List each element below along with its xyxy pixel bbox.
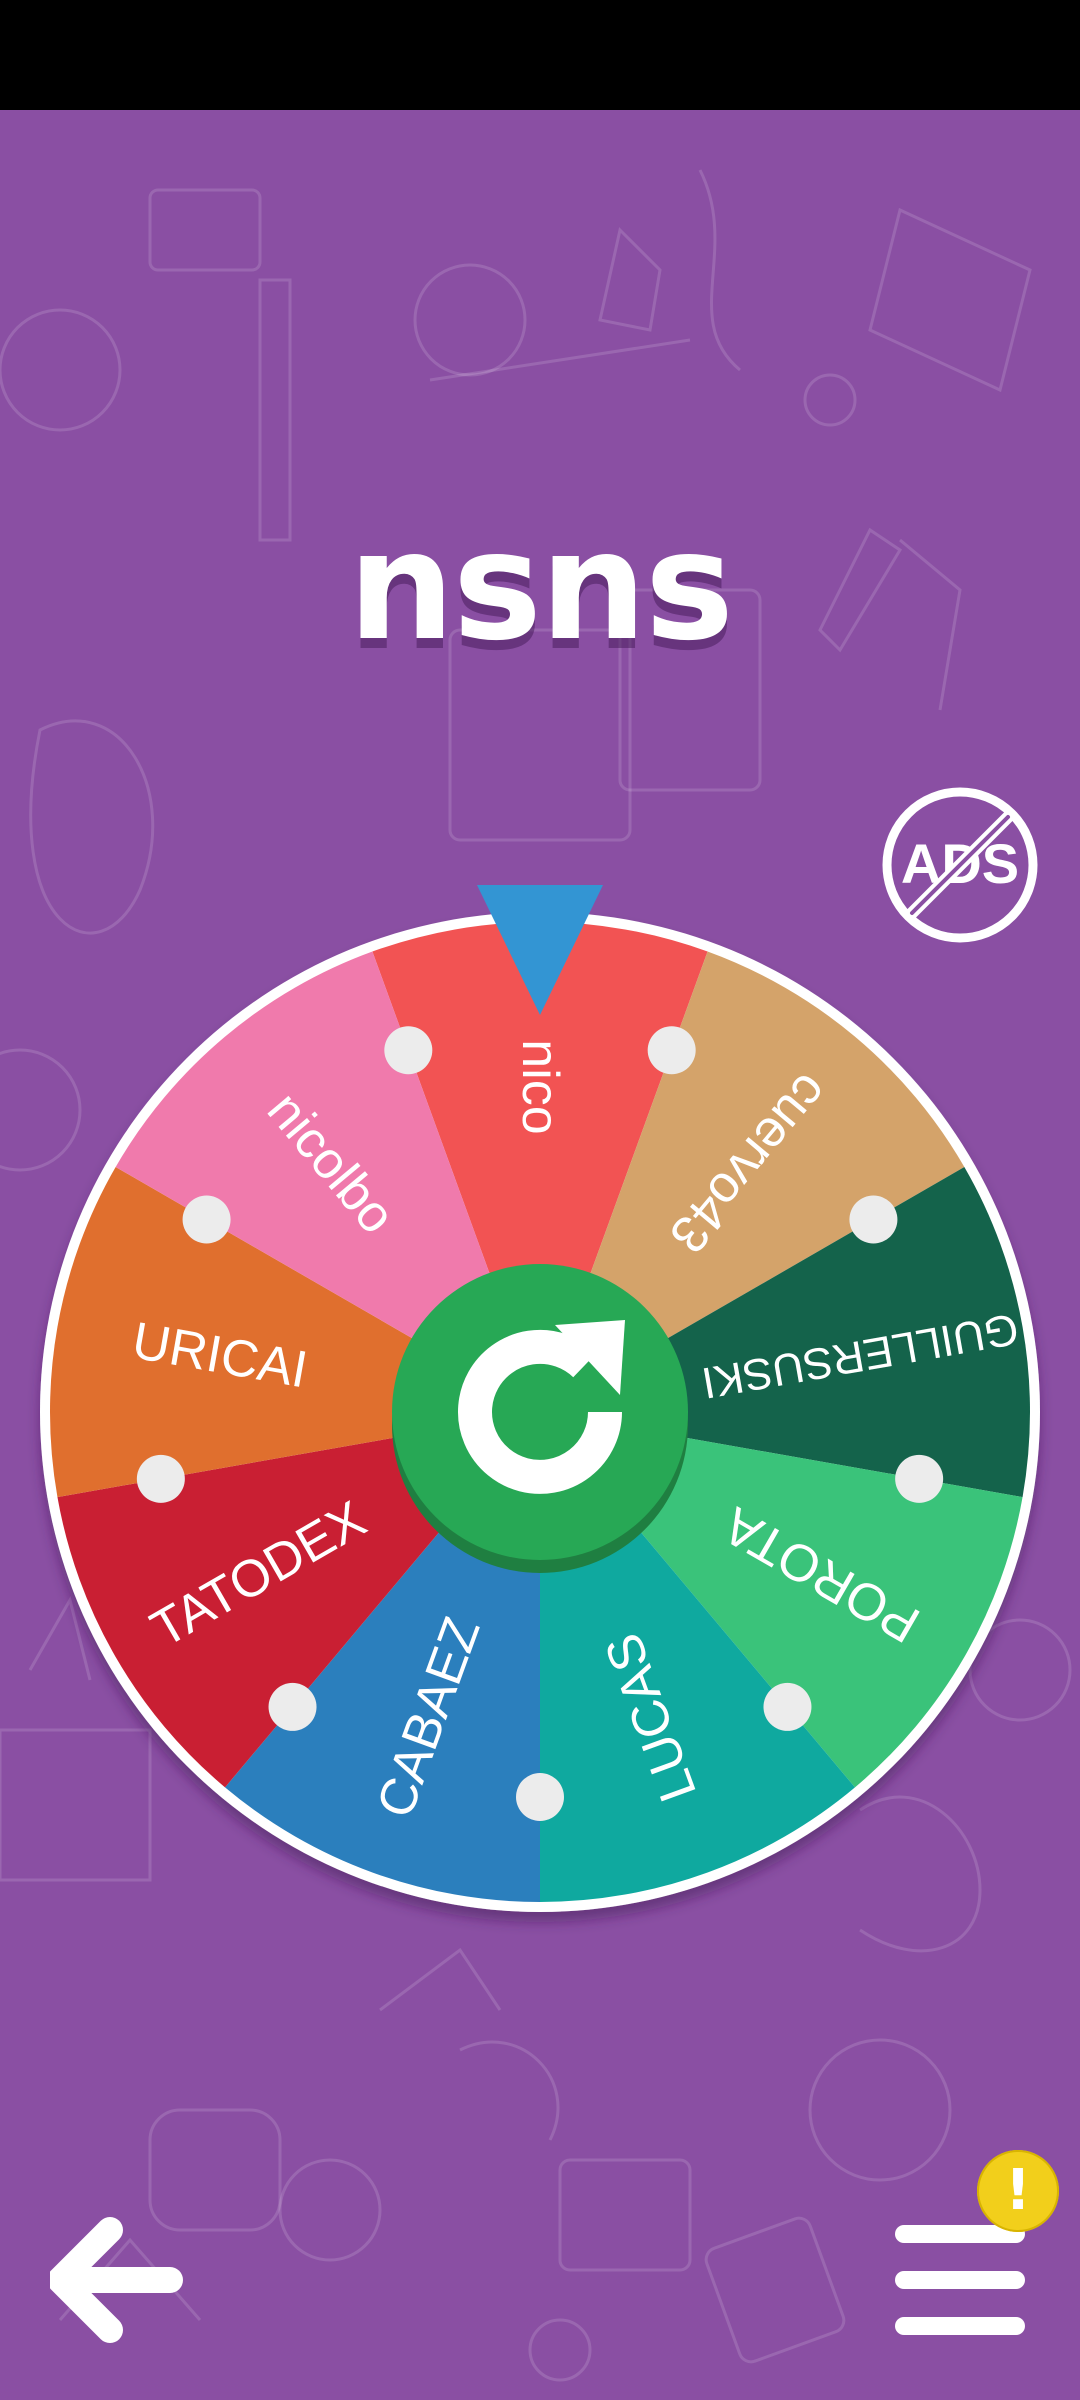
spin-wheel[interactable]: nico cuervo43GUILLERSUSKIPOROTALUCASCABAE… [0,0,1080,2400]
wheel-peg [182,1195,231,1244]
wheel-peg [268,1682,317,1731]
wheel-peg [895,1454,944,1503]
back-button[interactable] [50,2215,185,2345]
menu-bar-bottom [895,2317,1025,2335]
alert-badge[interactable]: ! [977,2150,1059,2232]
menu-button[interactable] [895,2225,1030,2345]
wheel-peg [763,1682,812,1731]
arrow-left-icon [50,2217,183,2343]
wheel-peg [384,1026,433,1075]
wheel-peg [647,1026,696,1075]
spin-button[interactable] [392,1264,688,1573]
wheel-peg [516,1773,564,1821]
wheel-peg [849,1195,898,1244]
wheel-segment-label: nico [511,1039,569,1134]
wheel-peg [136,1454,185,1503]
menu-bar-middle [895,2271,1025,2289]
